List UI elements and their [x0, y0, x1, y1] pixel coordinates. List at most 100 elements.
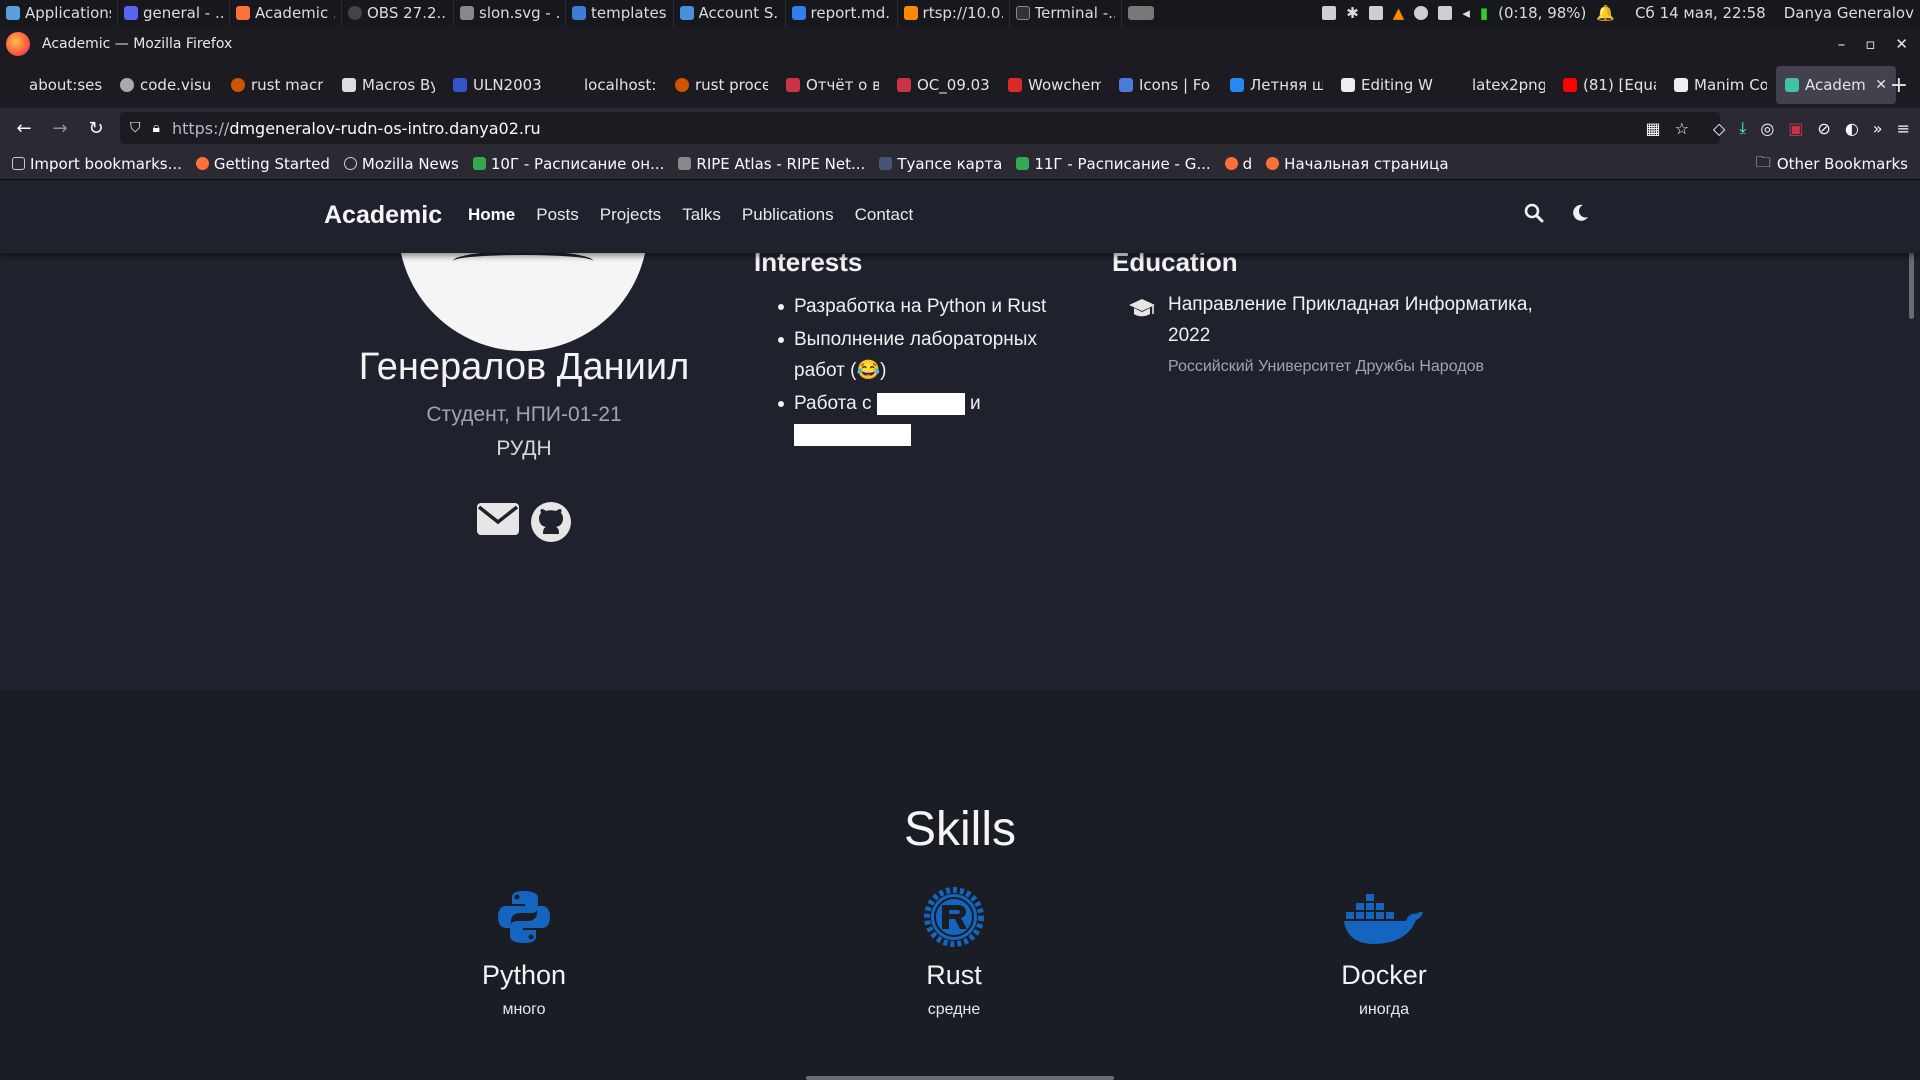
hamburger-menu-icon[interactable]: ≡	[1897, 119, 1910, 138]
extension-icon-3[interactable]: ⊘	[1817, 119, 1830, 138]
tab-wowchem[interactable]: Wowchem	[999, 66, 1110, 104]
task-terminal[interactable]: Terminal -...	[1010, 0, 1122, 26]
applications-menu[interactable]: Applications	[0, 0, 118, 26]
report-icon	[897, 78, 911, 92]
extensions-puzzle-icon[interactable]: ◐	[1845, 119, 1859, 138]
bookmark-schedule-11[interactable]: 11Г - Расписание - G...	[1009, 155, 1217, 173]
qr-code-icon[interactable]: ▦	[1645, 119, 1660, 138]
menu-projects[interactable]: Projects	[600, 205, 661, 225]
email-icon[interactable]	[476, 501, 520, 537]
bookmark-import[interactable]: Import bookmarks...	[5, 155, 189, 173]
menu-talks[interactable]: Talks	[682, 205, 721, 225]
new-tab-button[interactable]: +	[1890, 62, 1908, 108]
tab-oc[interactable]: OC_09.03.	[888, 66, 999, 104]
volume-icon[interactable]: ◂	[1462, 4, 1470, 22]
forward-button[interactable]: →	[42, 110, 78, 146]
tab-macros-by[interactable]: Macros By	[333, 66, 444, 104]
tab-rust-macros[interactable]: rust macr	[222, 66, 333, 104]
bookmark-home-page[interactable]: Начальная страница	[1259, 155, 1455, 173]
vlc-tray-icon[interactable]: ▲	[1393, 4, 1405, 22]
skills-heading: Skills	[903, 803, 1016, 856]
tab-report[interactable]: Отчёт о в	[777, 66, 888, 104]
maximize-button[interactable]: ▫	[1865, 35, 1875, 53]
tab-youtube[interactable]: (81) [Equa	[1554, 66, 1665, 104]
search-icon[interactable]	[1524, 203, 1544, 223]
tab-latex2png[interactable]: latex2png - c	[1443, 66, 1554, 104]
task-obs[interactable]: OBS 27.2....	[342, 0, 454, 26]
clock[interactable]: Сб 14 мая, 22:58	[1635, 4, 1766, 22]
other-bookmarks[interactable]: 🗀 Other Bookmarks	[1756, 148, 1908, 179]
bookmark-ripe-atlas[interactable]: RIPE Atlas - RIPE Net...	[671, 155, 872, 173]
task-templates[interactable]: templates	[566, 0, 674, 26]
rust-icon	[231, 78, 245, 92]
tab-editing-wiki[interactable]: Editing W	[1332, 66, 1443, 104]
tab-icons[interactable]: Icons | Fo	[1110, 66, 1221, 104]
github-icon[interactable]	[530, 501, 572, 543]
task-inkscape[interactable]: slon.svg - ...	[454, 0, 566, 26]
shield-icon[interactable]	[1368, 6, 1383, 20]
close-tab-icon[interactable]: ✕	[1875, 77, 1887, 93]
tracking-protection-icon[interactable]: ⛉	[130, 120, 141, 136]
reload-button[interactable]: ↻	[78, 110, 114, 146]
inkscape-icon	[460, 6, 474, 20]
lock-icon[interactable]: 🔒︎	[153, 120, 160, 136]
close-window-button[interactable]: ✕	[1895, 35, 1908, 53]
pocket-icon[interactable]: ◇	[1713, 119, 1725, 138]
tab-vk[interactable]: Летняя ш	[1221, 66, 1332, 104]
site-brand[interactable]: Academic	[324, 201, 442, 230]
back-button[interactable]: ←	[6, 110, 42, 146]
menu-home[interactable]: Home	[468, 205, 515, 225]
rust-icon	[675, 78, 689, 92]
menu-posts[interactable]: Posts	[536, 205, 579, 225]
task-vlc[interactable]: rtsp://10.0...	[898, 0, 1010, 26]
tab-about-session[interactable]: about:sessio	[0, 66, 111, 104]
bookmark-d[interactable]: d	[1218, 155, 1260, 173]
extension-icon-1[interactable]: ◎	[1760, 119, 1774, 138]
tab-code-visual[interactable]: code.visu	[111, 66, 222, 104]
bookmark-getting-started[interactable]: Getting Started	[189, 155, 337, 173]
horizontal-scroll-indicator[interactable]	[806, 1076, 1114, 1080]
blank-icon	[1452, 78, 1466, 92]
task-firefox[interactable]: Academic ...	[230, 0, 342, 26]
education-institution: Российский Университет Дружбы Народов	[1168, 358, 1484, 375]
workspace-switcher[interactable]	[1122, 0, 1160, 26]
docker-icon	[1344, 894, 1423, 944]
skill-level: много	[502, 1001, 546, 1018]
bluetooth-icon[interactable]: ✱	[1346, 4, 1359, 22]
youtube-icon	[1563, 78, 1577, 92]
tab-uln2003[interactable]: ULN2003	[444, 66, 555, 104]
bookmark-star-icon[interactable]: ☆	[1675, 119, 1689, 138]
battery-status: (0:18, 98%)	[1498, 4, 1587, 22]
task-account[interactable]: Account S...	[674, 0, 786, 26]
task-discord[interactable]: general - ...	[118, 0, 230, 26]
task-vscode[interactable]: report.md...	[786, 0, 898, 26]
vlc-icon	[903, 6, 918, 20]
menu-publications[interactable]: Publications	[742, 205, 834, 225]
overflow-menu-icon[interactable]: »	[1873, 119, 1883, 138]
display-icon[interactable]	[1322, 6, 1337, 20]
url-bar[interactable]: ⛉ 🔒︎ https://dmgeneralov-rudn-os-intro.d…	[120, 112, 1720, 144]
dark-mode-moon-icon[interactable]	[1570, 203, 1590, 223]
tab-rust-proc[interactable]: rust proce	[666, 66, 777, 104]
tab-manim[interactable]: Manim Co	[1665, 66, 1776, 104]
bookmark-tuapse-map[interactable]: Туапсе карта	[872, 155, 1009, 173]
tab-localhost[interactable]: localhost:500	[555, 66, 666, 104]
bookmark-mozilla-news[interactable]: Mozilla News	[337, 155, 466, 173]
battery-icon[interactable]: ▮	[1480, 4, 1488, 22]
firefox-logo-icon	[6, 32, 30, 56]
minimize-button[interactable]: –	[1838, 35, 1846, 53]
tab-academic-active[interactable]: Academ ✕	[1776, 66, 1896, 104]
navigation-toolbar: ← → ↻ ⛉ 🔒︎ https://dmgeneralov-rudn-os-i…	[0, 108, 1920, 148]
user-name[interactable]: Danya Generalov	[1784, 4, 1914, 22]
obs-icon	[348, 6, 362, 20]
notifications-icon[interactable]: 🔔	[1596, 4, 1615, 22]
menu-contact[interactable]: Contact	[855, 205, 914, 225]
extension-icon-2[interactable]: ▣	[1788, 119, 1803, 138]
downloads-icon[interactable]: ⤓	[1739, 118, 1746, 138]
discord-tray-icon[interactable]	[1438, 6, 1453, 20]
redacted-block	[794, 423, 911, 446]
bookmark-schedule-10[interactable]: 10Г - Расписание он...	[466, 155, 672, 173]
network-icon[interactable]	[1414, 6, 1429, 20]
skill-name: Rust	[926, 960, 982, 990]
globe-icon	[343, 157, 357, 170]
